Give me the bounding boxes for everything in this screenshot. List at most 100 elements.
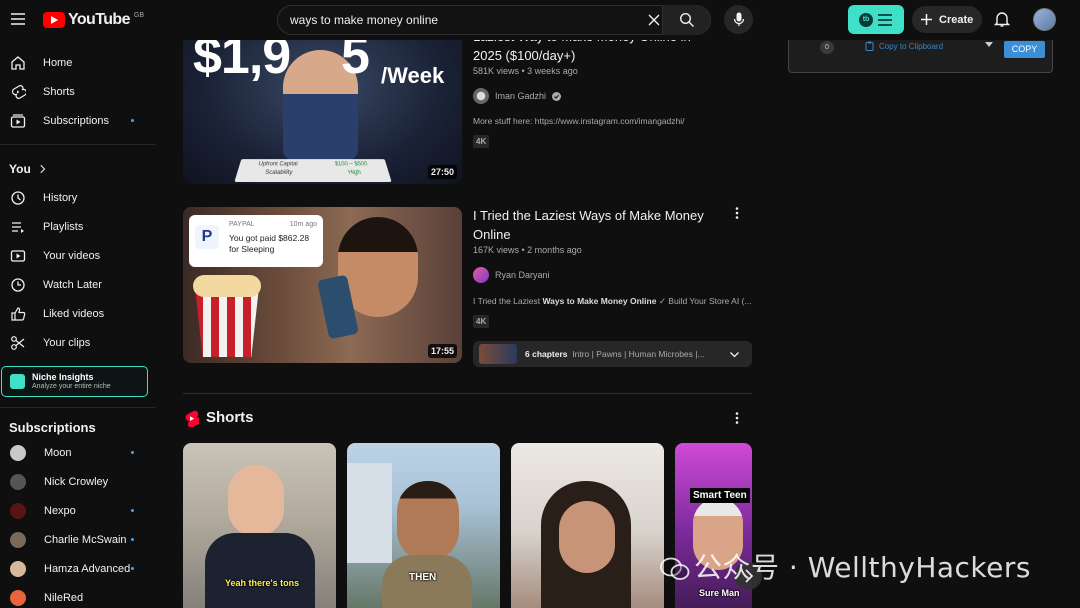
- quality-badge: 4K: [473, 135, 490, 148]
- logo-country: GB: [133, 11, 144, 19]
- section-divider: [183, 393, 752, 394]
- paypal-notification: P PAYPAL 10m ago You got paid $862.28 fo…: [189, 215, 323, 267]
- channel-avatar: [10, 502, 26, 519]
- video-thumbnail[interactable]: P PAYPAL 10m ago You got paid $862.28 fo…: [183, 207, 462, 363]
- thumbs-up-icon: [11, 306, 26, 321]
- you-header-label: You: [9, 161, 31, 176]
- microphone-icon: [733, 12, 744, 26]
- short-building: [347, 463, 392, 563]
- search-icon: [679, 12, 694, 27]
- chevron-down-icon[interactable]: [729, 349, 740, 360]
- sidebar-item-label: Charlie McSwain: [44, 533, 127, 546]
- short-card[interactable]: THEN: [347, 443, 500, 608]
- search-input[interactable]: ways to make money online: [290, 13, 438, 27]
- video-meta: 581K views • 3 weeks ago: [473, 66, 578, 76]
- account-avatar[interactable]: [1033, 8, 1056, 31]
- sidebar-item-shorts[interactable]: Shorts: [0, 77, 156, 106]
- channel-avatar: [10, 444, 26, 461]
- list-icon: [878, 13, 892, 26]
- sidebar-item-home[interactable]: Home: [0, 48, 156, 77]
- logo-text: YouTube: [68, 11, 130, 28]
- desc-pre: I Tried the Laziest: [473, 296, 543, 306]
- sidebar-item-label: Your videos: [43, 249, 101, 262]
- chapter-thumbnail: [479, 344, 517, 364]
- more-options-icon[interactable]: [730, 411, 744, 425]
- playlists-icon: [12, 221, 24, 233]
- sidebar-subscription-item[interactable]: Moon: [0, 438, 156, 467]
- video-thumbnail[interactable]: $1,9 5 /Week Upfront Capital $100 – $500 …: [183, 20, 462, 184]
- sidebar-item-your-videos[interactable]: Your videos: [0, 241, 156, 270]
- notifications-bell-icon[interactable]: [993, 10, 1011, 28]
- dropdown-caret-icon[interactable]: [985, 42, 993, 48]
- search-button[interactable]: [662, 5, 710, 35]
- watermark-text: 公众号 · WellthyHackers: [694, 551, 1031, 584]
- sidebar-item-subscriptions[interactable]: Subscriptions: [0, 106, 156, 135]
- home-icon: [11, 55, 25, 70]
- notif-text: You got paid $862.28 for Sleeping: [229, 233, 310, 254]
- short-caption: THEN: [409, 572, 437, 583]
- popcorn-bucket: [195, 287, 259, 357]
- copy-button[interactable]: COPY: [1004, 41, 1045, 58]
- channel-name[interactable]: Ryan Daryani: [495, 270, 550, 280]
- sidebar-item-liked-videos[interactable]: Liked videos: [0, 299, 156, 328]
- channel-avatar: [10, 473, 26, 490]
- video-title[interactable]: I Tried the Laziest Ways of Make Money O…: [473, 206, 723, 244]
- shorts-icon: [11, 84, 26, 99]
- watch-later-icon: [11, 277, 25, 292]
- voice-search-button[interactable]: [724, 5, 753, 34]
- short-card[interactable]: Yeah there's tons: [183, 443, 336, 608]
- subscriptions-header: Subscriptions: [9, 420, 96, 435]
- create-label: Create: [939, 13, 974, 26]
- sidebar-subscription-item[interactable]: Nexpo: [0, 496, 156, 525]
- sidebar-subscription-item[interactable]: Nick Crowley: [0, 467, 156, 496]
- video-duration: 27:50: [427, 165, 457, 179]
- sidebar-item-label: Liked videos: [43, 307, 105, 320]
- quality-badge: 4K: [473, 315, 490, 328]
- channel-avatar: [10, 531, 26, 548]
- your-videos-icon: [10, 249, 26, 262]
- chapters-bar[interactable]: 6 chapters Intro | Pawns | Human Microbe…: [473, 341, 752, 367]
- new-content-dot: [131, 451, 134, 454]
- watermark: 公众号 · WellthyHackers: [660, 546, 1031, 586]
- sidebar-item-watch-later[interactable]: Watch Later: [0, 270, 156, 299]
- sidebar-subscription-item[interactable]: Charlie McSwain: [0, 525, 156, 554]
- wechat-icon: [660, 557, 690, 580]
- channel-row[interactable]: Ryan Daryani: [473, 267, 550, 283]
- menu-icon[interactable]: [8, 9, 28, 29]
- short-caption: Yeah there's tons: [225, 578, 300, 588]
- verified-icon: [552, 91, 562, 101]
- shorts-section-title: Shorts: [206, 409, 254, 426]
- sidebar-item-your-clips[interactable]: Your clips: [0, 328, 156, 357]
- youtube-play-icon: [43, 12, 65, 28]
- channel-avatar[interactable]: [473, 88, 489, 104]
- thumb-table-cell: $100 – $500: [334, 161, 369, 168]
- youtube-logo[interactable]: YouTube GB: [43, 11, 144, 29]
- create-button[interactable]: Create: [912, 6, 982, 33]
- sidebar-you-header[interactable]: You: [0, 154, 156, 183]
- desc-post: ✓ Build Your Store AI (...: [656, 296, 752, 306]
- niche-insights-title: Niche Insights: [32, 372, 94, 382]
- sidebar-item-label: NileRed: [44, 591, 84, 604]
- sidebar-subscription-item[interactable]: Hamza Advanced: [0, 554, 156, 583]
- niche-insights-button[interactable]: Niche Insights Analyze your entire niche: [1, 366, 148, 397]
- search-box[interactable]: ways to make money online: [277, 5, 711, 35]
- clear-search-icon[interactable]: [646, 12, 662, 28]
- channel-avatar[interactable]: [473, 267, 489, 283]
- tubebuddy-extension-button[interactable]: tb: [848, 5, 904, 34]
- copy-to-clipboard-link[interactable]: Copy to Clipboard: [879, 42, 943, 51]
- sidebar-subscription-item[interactable]: NileRed: [0, 583, 156, 608]
- sidebar-item-label: Playlists: [43, 220, 84, 233]
- channel-name[interactable]: Iman Gadzhi: [495, 91, 546, 101]
- niche-insights-subtitle: Analyze your entire niche: [32, 383, 111, 390]
- sidebar-item-history[interactable]: History: [0, 183, 156, 212]
- short-card[interactable]: [511, 443, 664, 608]
- chapters-text: 6 chapters Intro | Pawns | Human Microbe…: [525, 349, 705, 359]
- channel-avatar: [10, 589, 26, 606]
- channel-row[interactable]: Iman Gadzhi: [473, 88, 562, 104]
- thumb-table-cell: High: [347, 170, 362, 176]
- sidebar-item-playlists[interactable]: Playlists: [0, 212, 156, 241]
- desc-bold: Ways to Make Money Online: [542, 296, 657, 306]
- more-options-icon[interactable]: [730, 206, 744, 220]
- new-content-dot: [131, 509, 134, 512]
- shorts-logo-icon: [185, 410, 199, 427]
